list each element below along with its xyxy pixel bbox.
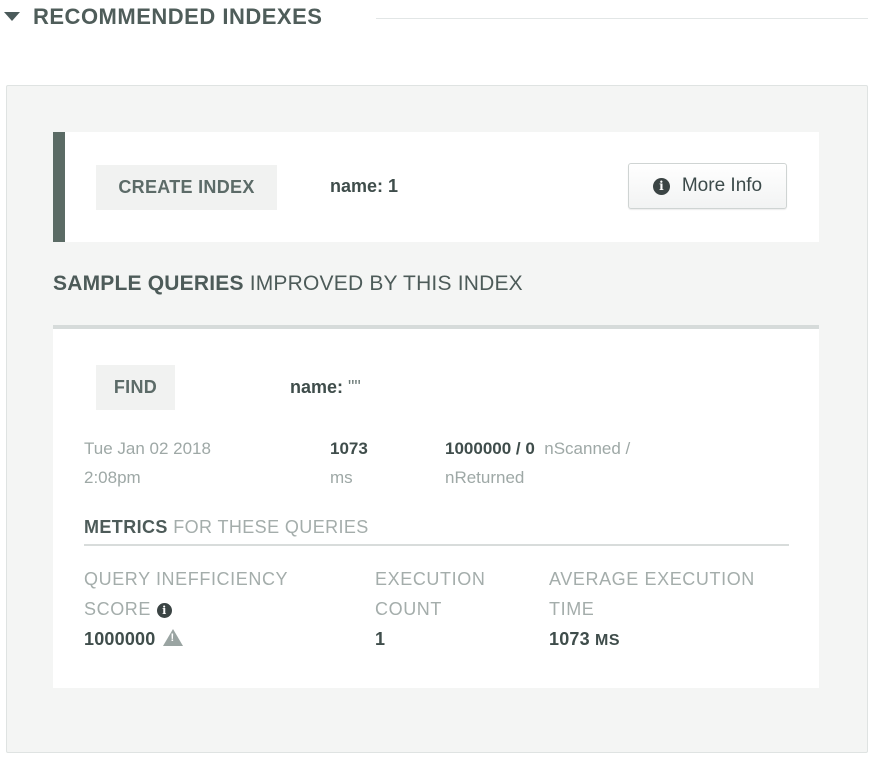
warning-icon — [163, 629, 184, 646]
metric-value: 1073 MS — [549, 624, 799, 656]
inefficiency-value: 1000000 — [84, 629, 156, 649]
metric-value: 1000000 — [84, 624, 334, 654]
sample-queries-heading-rest: IMPROVED BY THIS INDEX — [243, 272, 523, 295]
section-title[interactable]: RECOMMENDED INDEXES — [33, 4, 322, 30]
query-duration-unit: ms — [330, 468, 353, 487]
metric-inefficiency-score: QUERY INEFFICIENCY SCORE i 1000000 — [84, 564, 334, 654]
info-circle-icon: i — [652, 177, 670, 195]
section-divider — [376, 18, 868, 19]
metric-value: 1 — [375, 629, 386, 649]
metrics-heading-rest: FOR THESE QUERIES — [167, 517, 369, 537]
avg-time-value: 1073 — [549, 629, 590, 649]
query-timestamp: Tue Jan 02 2018 2:08pm — [84, 434, 254, 492]
metrics-heading: METRICS FOR THESE QUERIES — [84, 517, 369, 538]
index-recommendation-card: CREATE INDEX name: 1 i More Info — [53, 132, 819, 242]
metrics-heading-strong: METRICS — [84, 517, 168, 537]
metric-label-line2: TIME — [549, 599, 595, 619]
more-info-button[interactable]: i More Info — [628, 163, 787, 209]
metric-average-execution-time: AVERAGE EXECUTION TIME 1073 MS — [549, 564, 799, 656]
query-filter-value: "" — [348, 377, 361, 397]
index-spec: name: 1 — [330, 176, 399, 196]
metric-label: QUERY INEFFICIENCY — [84, 569, 289, 589]
query-date: Tue Jan 02 2018 — [84, 439, 211, 458]
metric-execution-count: EXECUTION COUNT 1 — [375, 564, 525, 654]
sample-queries-heading-strong: SAMPLE QUERIES — [53, 272, 244, 295]
create-index-tag: CREATE INDEX — [96, 165, 277, 210]
scanned-label: nScanned / — [544, 439, 631, 458]
more-info-label: More Info — [681, 175, 763, 196]
sample-query-card: FIND name: "" Tue Jan 02 2018 2:08pm 107… — [53, 325, 819, 688]
caret-down-icon[interactable] — [4, 12, 20, 21]
query-duration: 1073 ms — [330, 434, 400, 492]
metric-label-score: SCORE — [84, 599, 152, 619]
returned-label: nReturned — [445, 468, 525, 487]
query-scanned-returned: 1000000 / 0 nScanned / nReturned — [445, 434, 705, 492]
card-accent-bar — [53, 132, 65, 242]
scanned-returned-value: 1000000 / 0 — [445, 439, 535, 458]
section-header: RECOMMENDED INDEXES — [0, 0, 880, 40]
info-circle-icon[interactable]: i — [157, 603, 173, 618]
query-time: 2:08pm — [84, 468, 141, 487]
query-duration-value: 1073 — [330, 439, 368, 458]
metrics-divider — [84, 544, 789, 546]
metric-label-line2: COUNT — [375, 599, 442, 619]
operation-tag: FIND — [96, 365, 175, 410]
metric-label: EXECUTION — [375, 569, 486, 589]
sample-queries-heading: SAMPLE QUERIES IMPROVED BY THIS INDEX — [53, 272, 523, 296]
metric-label-line2: SCORE i — [84, 594, 334, 624]
query-filter: name: "" — [290, 377, 361, 398]
avg-time-unit: MS — [595, 632, 621, 649]
query-filter-key: name: — [290, 377, 344, 397]
metric-label: AVERAGE EXECUTION — [549, 569, 755, 589]
